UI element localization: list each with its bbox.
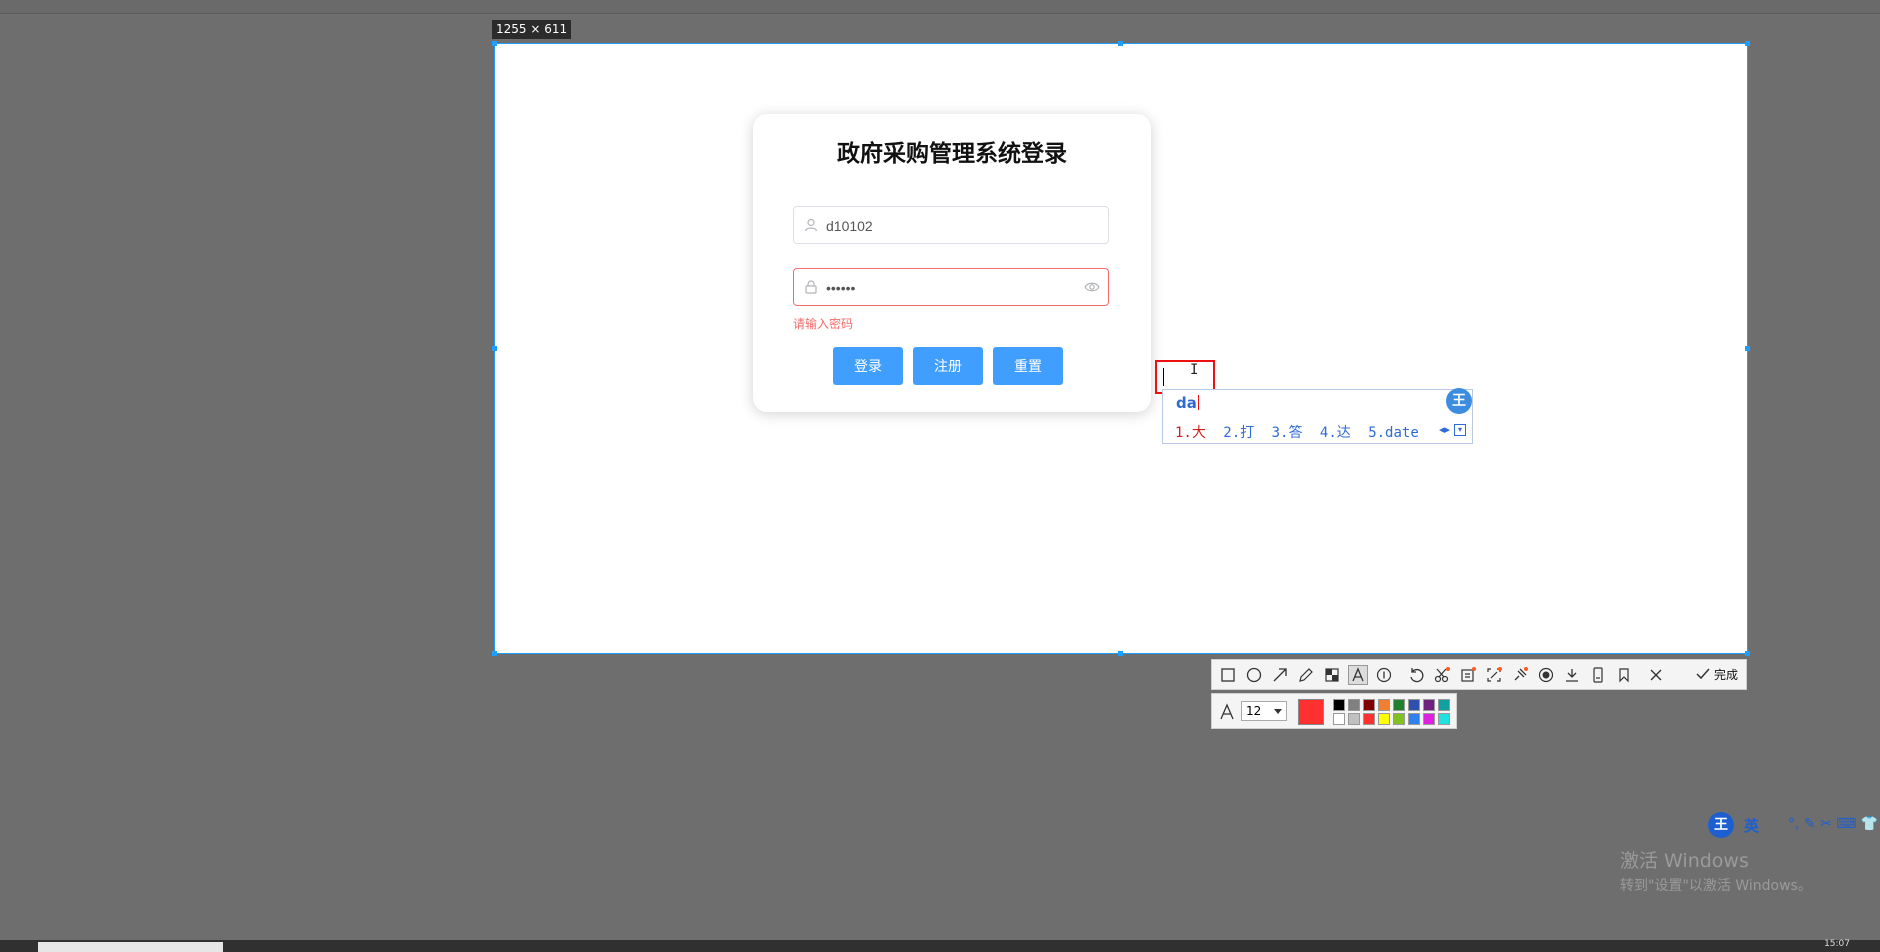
ime-expand-icon[interactable]: ▾: [1454, 424, 1466, 436]
record-icon[interactable]: [1537, 666, 1555, 684]
top-bar: [0, 0, 1880, 14]
undo-icon[interactable]: [1407, 666, 1425, 684]
ime-tools-icons[interactable]: °, ✎ ✂ ⌨ 👕: [1788, 816, 1878, 832]
color-swatch[interactable]: [1423, 713, 1435, 725]
activation-watermark: 激活 Windows 转到"设置"以激活 Windows。: [1620, 846, 1812, 895]
text-style-toolbar: 12: [1211, 693, 1457, 729]
ime-candidate-window[interactable]: da 王 1.大 2.打 3.答 4.达 5.date ◂▸ ▾: [1162, 388, 1473, 444]
ime-composition: da: [1176, 394, 1199, 412]
color-swatch[interactable]: [1393, 713, 1405, 725]
color-palette: [1333, 699, 1451, 725]
font-size-value: 12: [1246, 704, 1262, 718]
color-swatch[interactable]: [1393, 699, 1405, 711]
arrow-icon[interactable]: [1271, 666, 1289, 684]
ime-candidate[interactable]: 4.达: [1320, 425, 1351, 441]
user-icon: [804, 218, 818, 232]
check-icon: [1696, 668, 1710, 680]
cut-icon[interactable]: [1433, 666, 1451, 684]
password-error-message: 请输入密码: [793, 317, 854, 331]
login-card: 政府采购管理系统登录 请输入密码 登录 注册 重置: [753, 114, 1151, 412]
password-input[interactable]: [824, 269, 1078, 307]
color-swatch[interactable]: [1438, 699, 1450, 711]
color-swatch[interactable]: [1423, 699, 1435, 711]
ime-logo-icon[interactable]: 王: [1708, 812, 1734, 838]
font-size-select[interactable]: 12: [1241, 701, 1287, 721]
resize-handle-tc[interactable]: [1118, 41, 1123, 46]
ime-candidate[interactable]: 2.打: [1223, 425, 1254, 441]
mosaic-icon[interactable]: [1323, 666, 1341, 684]
done-button[interactable]: 完成: [1696, 666, 1738, 683]
ime-page-arrows-icon[interactable]: ◂▸: [1439, 423, 1450, 436]
reset-button[interactable]: 重置: [993, 347, 1063, 385]
watermark-line2: 转到"设置"以激活 Windows。: [1620, 878, 1812, 894]
eye-icon[interactable]: [1084, 280, 1100, 294]
lock-icon: [805, 280, 817, 294]
font-icon: [1220, 703, 1234, 720]
pin-icon[interactable]: [1511, 666, 1529, 684]
color-swatch[interactable]: [1438, 713, 1450, 725]
capture-size-label: 1255 × 611: [492, 20, 572, 39]
taskbar-search-box[interactable]: [38, 942, 223, 952]
color-swatch[interactable]: [1408, 699, 1420, 711]
color-swatch[interactable]: [1363, 713, 1375, 725]
resize-handle-mr[interactable]: [1745, 346, 1750, 351]
ime-candidate-list: 1.大 2.打 3.答 4.达 5.date: [1175, 422, 1428, 442]
annotation-toolbar: 完成: [1211, 659, 1747, 690]
color-swatch[interactable]: [1378, 699, 1390, 711]
resize-handle-bl[interactable]: [492, 651, 497, 656]
download-icon[interactable]: [1563, 666, 1581, 684]
rectangle-icon[interactable]: [1219, 666, 1237, 684]
resize-handle-ml[interactable]: [492, 346, 497, 351]
color-swatch[interactable]: [1333, 713, 1345, 725]
color-swatch[interactable]: [1363, 699, 1375, 711]
chevron-down-icon: [1274, 709, 1282, 714]
color-swatch[interactable]: [1348, 699, 1360, 711]
login-button[interactable]: 登录: [833, 347, 903, 385]
ime-candidate[interactable]: 5.date: [1368, 425, 1419, 441]
bookmark-icon[interactable]: [1615, 666, 1633, 684]
login-title: 政府采购管理系统登录: [837, 141, 1067, 167]
register-button[interactable]: 注册: [913, 347, 983, 385]
close-icon[interactable]: [1647, 666, 1665, 684]
color-swatch[interactable]: [1348, 713, 1360, 725]
save-icon[interactable]: [1589, 666, 1607, 684]
ime-candidate[interactable]: 1.大: [1175, 425, 1206, 441]
resize-handle-tl[interactable]: [492, 41, 497, 46]
done-label: 完成: [1713, 668, 1738, 682]
color-swatch[interactable]: [1378, 713, 1390, 725]
color-swatch[interactable]: [1333, 699, 1345, 711]
ocr-icon[interactable]: [1459, 666, 1477, 684]
text-icon[interactable]: [1348, 665, 1368, 685]
resize-handle-br[interactable]: [1745, 651, 1750, 656]
capture-region[interactable]: 政府采购管理系统登录 请输入密码 登录 注册 重置: [492, 41, 1750, 656]
ime-status-bar: 王 英 °, ✎ ✂ ⌨ 👕: [1708, 812, 1880, 838]
resize-handle-tr[interactable]: [1745, 41, 1750, 46]
scroll-capture-icon[interactable]: [1485, 666, 1503, 684]
password-field[interactable]: [793, 268, 1109, 307]
ime-language-toggle[interactable]: 英: [1744, 815, 1759, 836]
current-color-swatch[interactable]: [1298, 699, 1324, 725]
ime-caret: [1197, 395, 1199, 410]
ellipse-icon[interactable]: [1245, 666, 1263, 684]
color-swatch[interactable]: [1408, 713, 1420, 725]
number-icon[interactable]: [1375, 666, 1393, 684]
taskbar: 15:07: [0, 939, 1880, 952]
watermark-line1: 激活 Windows: [1620, 850, 1749, 872]
ime-candidate[interactable]: 3.答: [1272, 425, 1303, 441]
resize-handle-bc[interactable]: [1118, 651, 1123, 656]
username-input[interactable]: [824, 207, 1078, 245]
ibeam-cursor-icon: I: [1190, 362, 1199, 378]
text-caret: [1163, 368, 1164, 386]
ime-logo-icon[interactable]: 王: [1446, 388, 1472, 414]
username-field[interactable]: [793, 206, 1109, 245]
pencil-icon[interactable]: [1297, 666, 1315, 684]
taskbar-clock: 15:07: [1824, 939, 1850, 949]
